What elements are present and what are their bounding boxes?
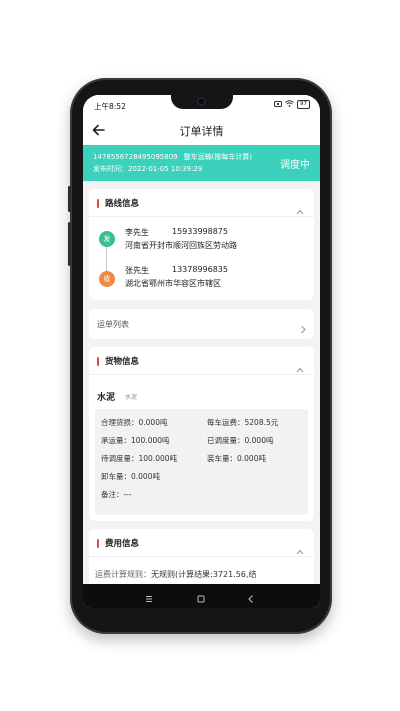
- goods-details: 合理货损：0.000吨 每车运费：5208.5元 承运量：100.000吨 已调…: [95, 409, 308, 515]
- waybill-list-title: 运单列表: [97, 320, 129, 329]
- section-accent-bar: [97, 199, 99, 208]
- sender-address: 河南省开封市顺河回族区劳动路: [125, 241, 237, 250]
- page-title: 订单详情: [179, 125, 224, 138]
- fee-rule: 运费计算规则：无规则(计算结果:3721.56,结: [95, 570, 257, 579]
- receiver-badge: 收: [99, 271, 115, 287]
- goods-item: 待调度量：100.000吨: [101, 454, 178, 463]
- route-connector: [106, 247, 107, 271]
- waybill-list-row[interactable]: 运单列表: [89, 309, 314, 339]
- route-card: 路线信息 发 收 李先生 15933998875 河南省开封市顺河回族区劳动路 …: [89, 189, 314, 300]
- section-accent-bar: [97, 539, 99, 548]
- route-section-title: 路线信息: [105, 199, 140, 209]
- goods-subtitle: 水泥: [125, 394, 138, 401]
- screen-mirror-icon: [274, 100, 282, 109]
- goods-item: 备注：---: [101, 490, 132, 499]
- order-header: 1478556728495095809 整车运输(按每车计算) 发布时间：2022…: [83, 145, 320, 181]
- order-status-badge: 调度中: [280, 160, 310, 171]
- order-number: 1478556728495095809: [93, 153, 178, 161]
- phone-screen: 上午8:52 97 订单详情 1478556728495095809 整车运输(按…: [83, 95, 320, 608]
- chevron-up-icon[interactable]: [296, 358, 304, 373]
- fee-section-header[interactable]: 费用信息: [89, 529, 314, 557]
- chevron-up-icon[interactable]: [296, 540, 304, 555]
- wifi-icon: [285, 100, 294, 109]
- nav-bar: 订单详情: [83, 115, 320, 145]
- goods-item: 装车量：0.000吨: [207, 454, 266, 463]
- goods-item: 合理货损：0.000吨: [101, 418, 168, 427]
- publish-time: 发布时间：2022-01-05 10:39:29: [93, 165, 203, 173]
- battery-icon: 97: [297, 100, 310, 109]
- power-button: [68, 222, 71, 266]
- goods-section-title: 货物信息: [105, 357, 140, 367]
- goods-item: 卸车量：0.000吨: [101, 472, 160, 481]
- status-icons: 97: [274, 100, 310, 109]
- system-nav-bar: [83, 584, 320, 608]
- sender-name: 李先生: [125, 228, 149, 237]
- chevron-right-icon: [300, 319, 306, 334]
- section-accent-bar: [97, 357, 99, 366]
- receiver-name: 张先生: [125, 266, 149, 275]
- sender-badge: 发: [99, 231, 115, 247]
- back-icon[interactable]: [245, 590, 257, 603]
- sender-phone[interactable]: 15933998875: [172, 227, 228, 236]
- receiver-phone[interactable]: 13378996835: [172, 265, 228, 274]
- goods-item: 每车运费：5208.5元: [207, 418, 279, 427]
- status-time: 上午8:52: [94, 102, 126, 111]
- goods-item: 承运量：100.000吨: [101, 436, 170, 445]
- fee-section-title: 费用信息: [105, 539, 140, 549]
- home-icon[interactable]: [195, 590, 207, 603]
- order-type: 整车运输(按每车计算): [183, 153, 253, 161]
- goods-card: 货物信息 水泥 水泥 合理货损：0.000吨 每车运费：5208.5元 承运量：…: [89, 347, 314, 521]
- volume-button: [68, 186, 71, 212]
- receiver-address: 湖北省鄂州市华容区市辖区: [125, 279, 221, 288]
- goods-name: 水泥: [97, 393, 116, 403]
- goods-section-header[interactable]: 货物信息: [89, 347, 314, 375]
- notch: [171, 95, 233, 109]
- order-number-line: 1478556728495095809 整车运输(按每车计算): [93, 152, 252, 162]
- goods-item: 已调度量：0.000吨: [207, 436, 274, 445]
- route-section-header[interactable]: 路线信息: [89, 189, 314, 217]
- menu-icon[interactable]: [143, 590, 155, 602]
- camera-icon: [197, 97, 206, 106]
- chevron-up-icon[interactable]: [296, 200, 304, 215]
